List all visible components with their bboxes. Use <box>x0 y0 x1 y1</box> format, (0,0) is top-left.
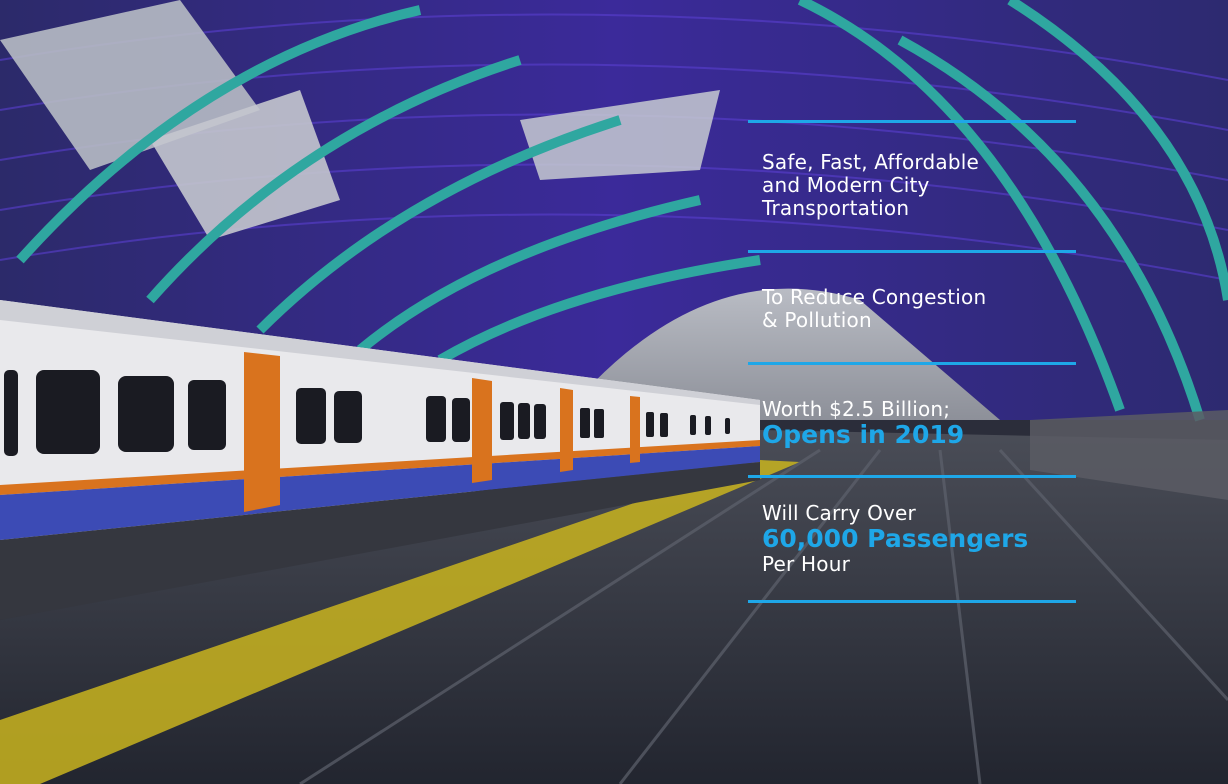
info-line: Transportation <box>762 196 910 220</box>
divider-rule <box>748 600 1076 603</box>
info-line: Worth $2.5 Billion; <box>762 397 951 421</box>
info-panel: Safe, Fast, Affordable and Modern City T… <box>748 120 1076 603</box>
info-line: Will Carry Over <box>762 501 916 525</box>
info-highlight: 60,000 Passengers <box>762 524 1029 553</box>
info-block-cost: Worth $2.5 Billion; Opens in 2019 <box>748 365 1076 475</box>
info-line: & Pollution <box>762 308 872 332</box>
info-block-congestion: To Reduce Congestion & Pollution <box>748 253 1076 362</box>
info-block-capacity: Will Carry Over 60,000 Passengers Per Ho… <box>748 478 1076 600</box>
info-highlight: Opens in 2019 <box>762 420 965 449</box>
info-line: Safe, Fast, Affordable <box>762 150 979 174</box>
info-line: Per Hour <box>762 552 851 576</box>
info-line: To Reduce Congestion <box>762 285 987 309</box>
info-line: and Modern City <box>762 173 930 197</box>
info-block-safety: Safe, Fast, Affordable and Modern City T… <box>748 123 1076 250</box>
